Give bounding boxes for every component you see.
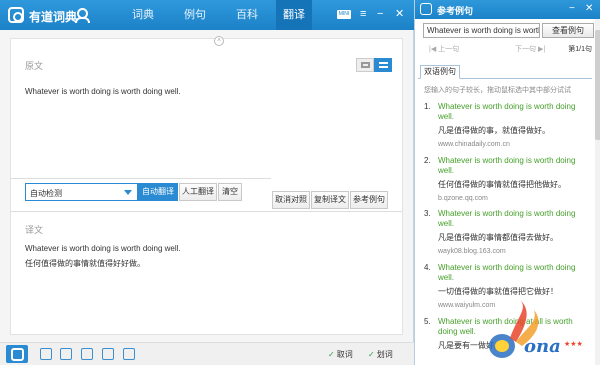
text-tool-icon[interactable] [40,348,52,360]
example-chinese: 任何值得做的事情就值得把他做好。 [438,180,566,189]
tab-examples[interactable]: 例句 [170,0,220,30]
image-icon[interactable] [60,348,72,360]
youdao-logo-icon [8,7,24,23]
example-english[interactable]: Whatever is worth doing is worth doing w… [438,209,588,229]
prev-label: 上一句 [438,46,460,53]
next-label: 下一句 [515,46,536,53]
example-chinese: 凡是值得做的事，就值得做好。 [438,126,550,135]
source-text-input[interactable]: Whatever is worth doing is worth doing w… [25,87,181,96]
hint-text: 您输入的句子较长，拖动鼠标选中其中部分试试 [424,87,571,94]
divider [11,178,271,179]
divider [11,211,402,212]
target-text-en: Whatever is worth doing is worth doing w… [25,244,181,253]
target-text-zh: 任何值得做的事情就值得好好做。 [25,259,145,268]
next-sentence-button[interactable]: 下一句 ▶| [515,44,545,54]
example-item: 3. Whatever is worth doing is worth doin… [424,209,590,263]
mini-mode-button[interactable]: MINI [337,10,351,19]
word-pick-toggle[interactable]: ✓ 取词 [328,349,353,360]
view-examples-button[interactable]: 查看例句 [542,23,594,38]
close-icon[interactable]: ✕ [395,8,404,20]
panel-header: 参考例句 − ✕ [415,0,600,19]
example-number: 1. [424,102,431,111]
example-source[interactable]: wayk08.blog.163.com [438,248,506,255]
view-split-icon[interactable] [356,58,374,72]
collapse-up-icon[interactable]: ˄ [214,36,224,46]
main-window: 有道词典 词典 例句 百科 翻译 MINI ≡ − ✕ ˄ 原文 Whateve… [0,0,414,365]
tab-translate[interactable]: 翻译 [276,0,312,30]
edit-icon[interactable] [81,348,93,360]
panel-title: 参考例句 [437,6,474,16]
tab-dictionary[interactable]: 词典 [118,0,168,30]
view-stacked-icon[interactable] [374,58,392,72]
chevron-down-icon [124,190,132,195]
example-chinese: 一切值得做的事就值得把它做好！ [438,287,558,296]
user-icon[interactable] [75,8,90,23]
scrollbar-thumb[interactable] [595,30,600,140]
clear-button[interactable]: 清空 [218,183,242,201]
close-icon[interactable]: ✕ [585,3,593,14]
example-english[interactable]: Whatever is worth doing is worth doing w… [438,156,588,176]
minimize-icon[interactable]: − [569,3,575,14]
example-item: 2. Whatever is worth doing is worth doin… [424,156,590,210]
human-translate-button[interactable]: 人工翻译 [179,183,217,201]
example-number: 3. [424,209,431,218]
word-select-toggle[interactable]: ✓ 划词 [368,349,393,360]
svg-text:★★★: ★★★ [564,340,583,348]
copy-translation-button[interactable]: 复制译文 [311,191,349,209]
example-number: 5. [424,317,431,326]
word-select-label: 划词 [376,350,393,359]
example-chinese: 凡是值得做的事情都值得去做好。 [438,233,558,242]
target-label: 译文 [25,225,44,235]
tab-encyclopedia[interactable]: 百科 [222,0,272,30]
example-source[interactable]: b.qzone.qq.com [438,195,488,202]
sentence-count: 第1/1句 [568,46,592,53]
example-number: 2. [424,156,431,165]
source-label: 原文 [25,61,44,71]
language-select-value: 自动检测 [30,189,62,198]
example-english[interactable]: Whatever is worth doing is worth doing w… [438,102,588,122]
example-search-input[interactable]: Whatever is worth doing is worth doing w… [423,23,540,38]
auto-translate-button[interactable]: 自动翻译 [138,183,178,201]
reference-examples-button[interactable]: 参考例句 [350,191,388,209]
minimize-icon[interactable]: − [377,8,383,20]
app-title: 有道词典 [29,10,78,24]
language-select[interactable]: 自动检测 [25,183,138,201]
youdao-logo-icon[interactable] [6,345,28,363]
svg-text:ona: ona [524,336,561,357]
example-item: 1. Whatever is worth doing is worth doin… [424,102,590,156]
bottom-bar: ✓ 取词 ✓ 划词 [0,342,414,365]
menu-icon[interactable]: ≡ [360,8,366,20]
top-bar: 有道词典 词典 例句 百科 翻译 MINI ≡ − ✕ [0,0,414,30]
watermark-logo: ona ★★★ [489,300,583,358]
youdao-logo-icon [420,3,432,15]
cancel-compare-button[interactable]: 取消对照 [272,191,310,209]
example-number: 4. [424,263,431,272]
chat-icon[interactable] [123,348,135,360]
example-english[interactable]: Whatever is worth doing is worth doing w… [438,263,588,283]
example-source[interactable]: www.chinadaily.com.cn [438,141,510,148]
tab-bilingual-examples[interactable]: 双语例句 [420,65,460,79]
book-icon[interactable] [102,348,114,360]
prev-sentence-button[interactable]: |◀ 上一句 [429,44,459,54]
translate-content: ˄ 原文 Whatever is worth doing is worth do… [10,36,403,335]
word-pick-label: 取词 [336,350,353,359]
